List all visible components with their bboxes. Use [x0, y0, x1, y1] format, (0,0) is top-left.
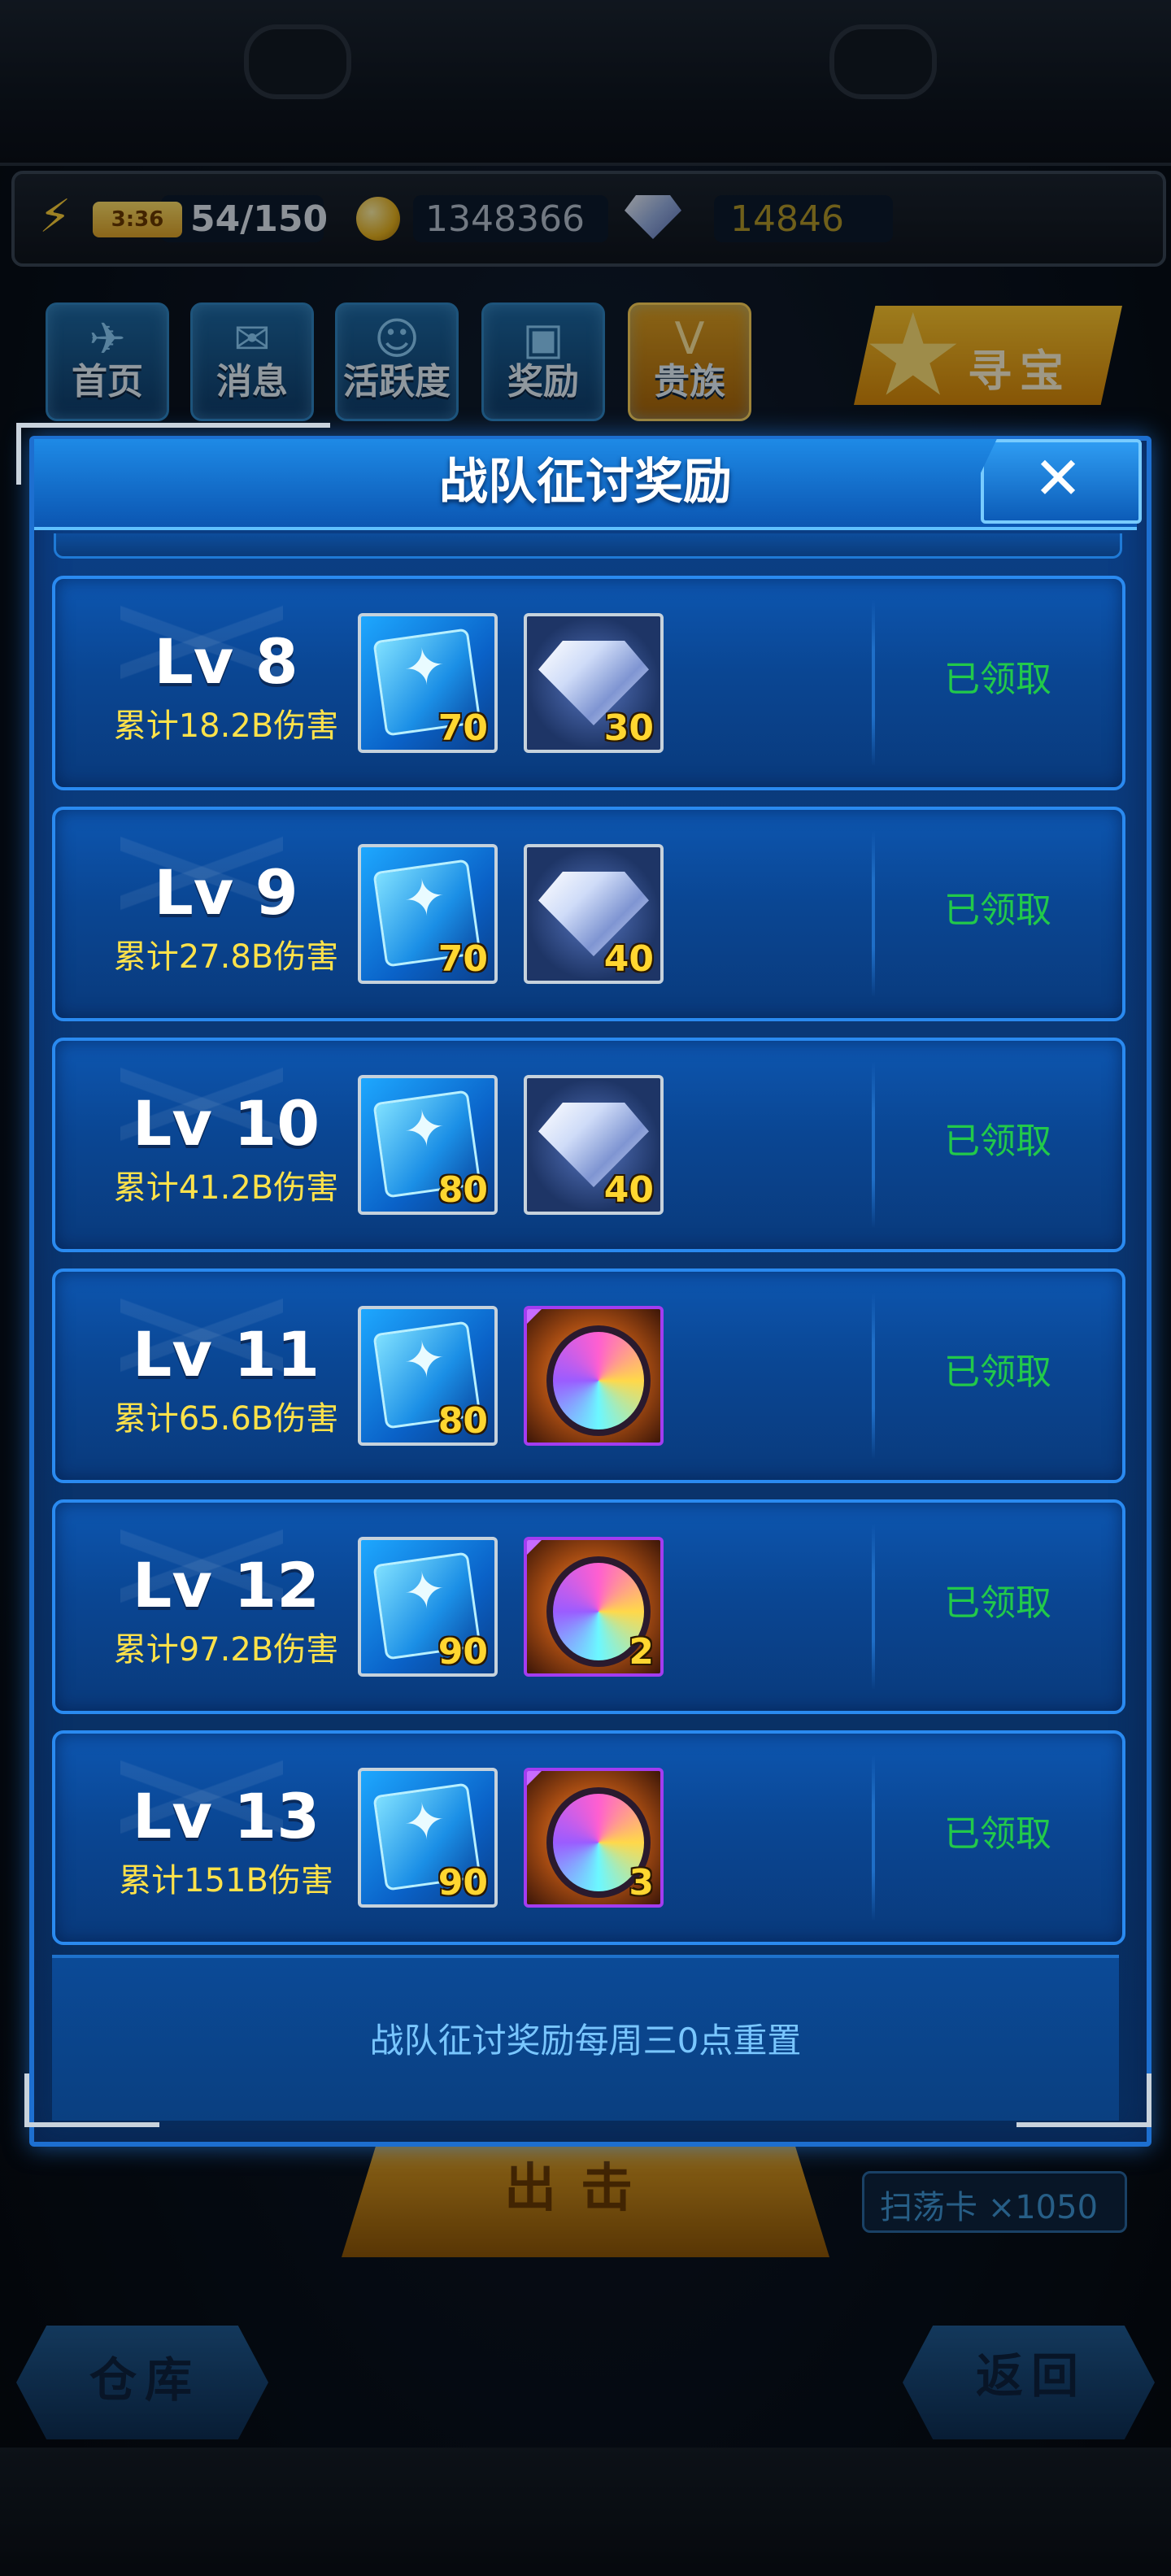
row-divider: [872, 1524, 875, 1690]
claimed-status: 已领取: [944, 1582, 1051, 1624]
rarity-marker: [527, 1309, 542, 1324]
claimed-status: 已领取: [944, 1120, 1051, 1162]
card-emblem-icon: ✦: [399, 1558, 450, 1624]
row-divider: [872, 1293, 875, 1459]
card-emblem-icon: ✦: [399, 865, 450, 931]
item-count: 90: [437, 1862, 488, 1904]
item-count: 40: [603, 1169, 654, 1211]
row-level: Lv 8: [154, 625, 298, 698]
rarity-marker: [527, 1540, 542, 1555]
item-count: 70: [437, 707, 488, 749]
reward-row: Lv 12 累计97.2B伤害 ✦ 90 2 已领取: [52, 1499, 1125, 1714]
row-divider: [872, 1062, 875, 1228]
reward-item-diamond[interactable]: 40: [524, 1075, 664, 1215]
row-damage-requirement: 累计41.2B伤害: [113, 1169, 339, 1207]
row-divider: [872, 831, 875, 997]
reward-item-card[interactable]: ✦ 70: [358, 844, 498, 984]
row-damage-requirement: 累计97.2B伤害: [113, 1631, 339, 1669]
reward-row: Lv 8 累计18.2B伤害 ✦ 70 30 已领取: [52, 576, 1125, 790]
item-count: 90: [437, 1631, 488, 1673]
item-count: 3: [629, 1862, 654, 1904]
reward-item-core[interactable]: 3: [524, 1768, 664, 1908]
reward-item-diamond[interactable]: 30: [524, 613, 664, 753]
reward-item-card[interactable]: ✦ 90: [358, 1768, 498, 1908]
reward-row: Lv 10 累计41.2B伤害 ✦ 80 40 已领取: [52, 1038, 1125, 1252]
row-level: Lv 11: [132, 1318, 320, 1390]
row-level: Lv 12: [132, 1549, 320, 1621]
item-count: 80: [437, 1169, 488, 1211]
item-count: 70: [437, 938, 488, 980]
item-count: 40: [603, 938, 654, 980]
reward-item-core[interactable]: 2: [524, 1537, 664, 1677]
reward-item-core[interactable]: [524, 1306, 664, 1446]
frame-corner: [16, 423, 330, 485]
reward-row: Lv 9 累计27.8B伤害 ✦ 70 40 已领取: [52, 807, 1125, 1021]
claimed-status: 已领取: [944, 1813, 1051, 1855]
reward-item-card[interactable]: ✦ 80: [358, 1306, 498, 1446]
row-damage-requirement: 累计18.2B伤害: [113, 707, 339, 745]
reward-row: Lv 13 累计151B伤害 ✦ 90 3 已领取: [52, 1730, 1125, 1945]
reward-row: Lv 11 累计65.6B伤害 ✦ 80 已领取: [52, 1268, 1125, 1483]
claimed-status: 已领取: [944, 1351, 1051, 1393]
rarity-marker: [527, 1771, 542, 1786]
row-damage-requirement: 累计151B伤害: [119, 1862, 333, 1899]
card-emblem-icon: ✦: [399, 1789, 450, 1855]
row-divider: [872, 600, 875, 766]
reset-note: 战队征讨奖励每周三0点重置: [369, 2021, 802, 2060]
row-divider: [872, 1755, 875, 1921]
item-count: 30: [603, 707, 654, 749]
card-emblem-icon: ✦: [399, 1327, 450, 1393]
row-damage-requirement: 累计27.8B伤害: [113, 938, 339, 976]
close-icon[interactable]: ✕: [981, 439, 1135, 517]
card-emblem-icon: ✦: [399, 1096, 450, 1162]
energy-core-icon: [546, 1325, 651, 1436]
row-level: Lv 10: [132, 1087, 320, 1160]
previous-row-edge: [54, 533, 1122, 559]
item-count: 80: [437, 1400, 488, 1442]
row-level: Lv 9: [154, 856, 298, 929]
row-level: Lv 13: [132, 1780, 320, 1852]
reward-item-card[interactable]: ✦ 70: [358, 613, 498, 753]
reward-item-card[interactable]: ✦ 90: [358, 1537, 498, 1677]
item-count: 2: [629, 1631, 654, 1673]
reward-item-diamond[interactable]: 40: [524, 844, 664, 984]
reward-item-card[interactable]: ✦ 80: [358, 1075, 498, 1215]
claimed-status: 已领取: [944, 890, 1051, 931]
claimed-status: 已领取: [944, 659, 1051, 700]
card-emblem-icon: ✦: [399, 634, 450, 700]
row-damage-requirement: 累计65.6B伤害: [113, 1400, 339, 1438]
